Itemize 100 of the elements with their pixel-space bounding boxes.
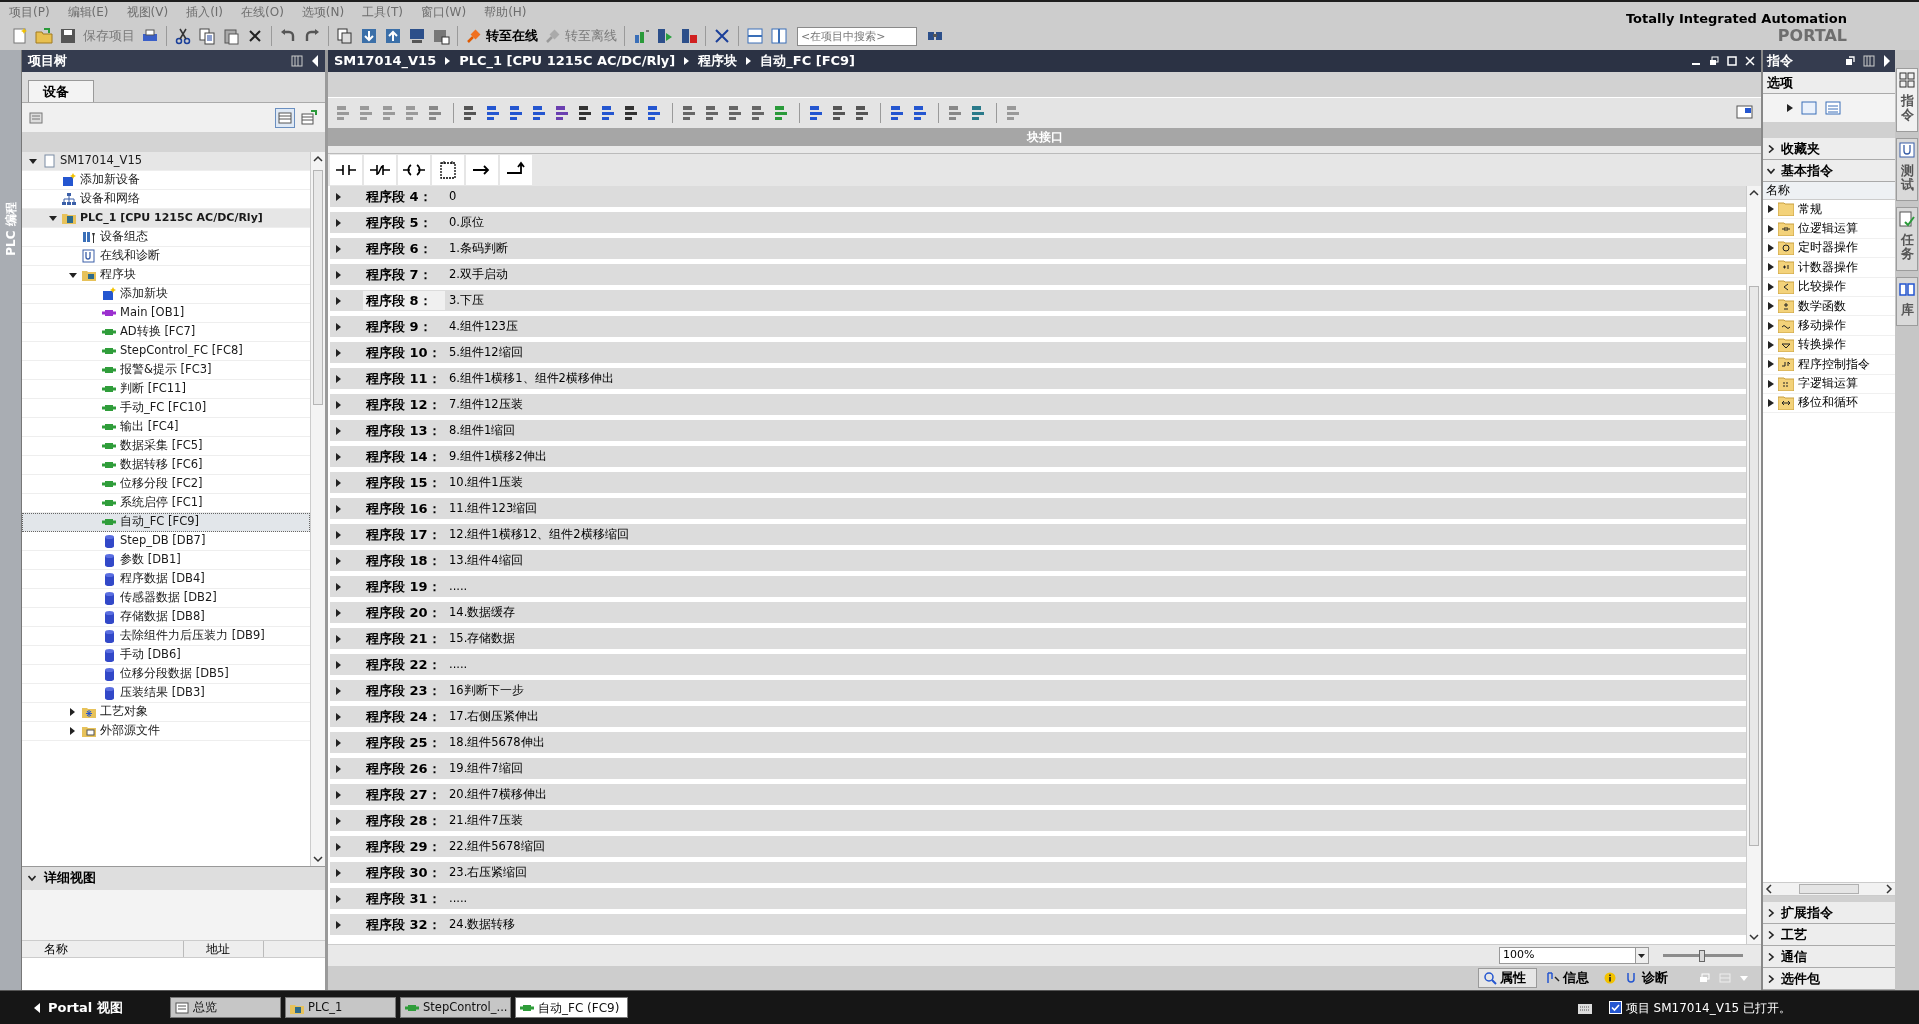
expand-arrow[interactable] — [336, 426, 341, 435]
instruction-folder[interactable]: 计数器操作 — [1763, 258, 1895, 278]
collapse-arrow[interactable] — [49, 215, 57, 221]
expand-chevron-icon[interactable] — [1767, 930, 1775, 939]
tree-item[interactable]: 设备组态 — [22, 228, 310, 247]
scroll-thumb[interactable] — [313, 170, 323, 405]
tree-item[interactable]: 报警&提示 [FC3] — [22, 361, 310, 380]
zoom-dropdown[interactable]: 100% — [1499, 947, 1649, 964]
save-icon[interactable] — [59, 27, 77, 45]
side-tab[interactable]: 库 — [1896, 276, 1918, 327]
network-header[interactable]: 程序段 16： 11.组件123缩回 — [330, 498, 1746, 519]
tree-item[interactable]: 参数 [DB1] — [22, 551, 310, 570]
inspector-tab[interactable]: 信息 — [1541, 968, 1600, 988]
side-tab[interactable]: 任务 — [1896, 207, 1918, 271]
scrollbar[interactable] — [1763, 882, 1895, 896]
start-cpu-icon[interactable] — [656, 27, 674, 45]
network-header[interactable]: 程序段 13： 8.组件1缩回 — [330, 420, 1746, 441]
network-header[interactable]: 程序段 32： 24.数据转移 — [330, 914, 1746, 935]
network-header[interactable]: 程序段 22： ..... — [330, 654, 1746, 675]
instruction-folder[interactable]: 常规 — [1763, 200, 1895, 220]
tree-item[interactable]: 判断 [FC11] — [22, 380, 310, 399]
expand-arrow[interactable] — [336, 634, 341, 643]
network-title[interactable]: 程序段 16： — [363, 498, 445, 519]
collapse-arrow[interactable] — [29, 158, 37, 164]
network-title[interactable]: 程序段 28： — [363, 810, 445, 831]
network-header[interactable]: 程序段 31： ..... — [330, 888, 1746, 909]
collapse-panel-icon[interactable] — [1883, 55, 1891, 67]
panel-layout-icon[interactable] — [291, 55, 303, 67]
instruction-folder[interactable]: 移动操作 — [1763, 316, 1895, 336]
side-tab[interactable]: 指令 — [1896, 68, 1918, 132]
network-header[interactable]: 程序段 19： ..... — [330, 576, 1746, 597]
network-title[interactable]: 程序段 20： — [363, 602, 445, 623]
tree-item[interactable]: 输出 [FC4] — [22, 418, 310, 437]
instruction-folder[interactable]: 位逻辑运算 — [1763, 219, 1895, 239]
table-view-icon[interactable] — [275, 107, 295, 128]
network-title[interactable]: 程序段 6： — [363, 238, 445, 259]
expand-arrow-icon[interactable] — [1768, 360, 1774, 369]
tree-item[interactable]: PLC_1 [CPU 1215C AC/DC/Rly] — [22, 209, 310, 228]
horizontal-split-icon[interactable] — [746, 27, 764, 45]
slider-thumb[interactable] — [1699, 949, 1705, 962]
tree-item[interactable]: 自动_FC [FC9] — [22, 513, 310, 532]
tree-item[interactable]: 外部源文件 — [22, 722, 310, 741]
collapse-chevron-icon[interactable] — [1767, 166, 1775, 175]
expand-arrow[interactable] — [336, 868, 341, 877]
network-title[interactable]: 程序段 8： — [363, 290, 445, 311]
expand-arrow-icon[interactable] — [1768, 205, 1774, 214]
network-title[interactable]: 程序段 11： — [363, 368, 445, 389]
tree-item[interactable]: 手动 [DB6] — [22, 646, 310, 665]
instruction-folder[interactable]: 数学函数 — [1763, 296, 1895, 317]
download-icon[interactable] — [360, 27, 378, 45]
network-header[interactable]: 程序段 26： 19.组件7缩回 — [330, 758, 1746, 779]
network-header[interactable]: 程序段 25： 18.组件5678伸出 — [330, 732, 1746, 753]
network-title[interactable]: 程序段 27： — [363, 784, 445, 805]
cut-icon[interactable] — [174, 27, 192, 45]
copy-icon[interactable] — [198, 27, 216, 45]
inspector-tab[interactable]: 属性 — [1478, 968, 1537, 988]
network-title[interactable]: 程序段 5： — [363, 212, 445, 233]
network-header[interactable]: 程序段 5： 0.原位 — [330, 212, 1746, 233]
scroll-right-icon[interactable] — [1883, 883, 1895, 895]
instruction-folder[interactable]: 定时器操作 — [1763, 238, 1895, 259]
expand-arrow[interactable] — [336, 452, 341, 461]
network-title[interactable]: 程序段 13： — [363, 420, 445, 441]
network-title[interactable]: 程序段 14： — [363, 446, 445, 467]
expand-arrow[interactable] — [336, 816, 341, 825]
network-header[interactable]: 程序段 21： 15.存储数据 — [330, 628, 1746, 649]
expand-chevron-icon[interactable] — [1767, 974, 1775, 983]
search-field[interactable]: <在项目中搜索> — [797, 26, 917, 46]
expand-arrow[interactable] — [336, 478, 341, 487]
network-header[interactable]: 程序段 14： 9.组件1横移2伸出 — [330, 446, 1746, 467]
menu-item[interactable]: 编辑(E) — [58, 2, 118, 22]
expand-arrow-icon[interactable] — [1787, 104, 1793, 112]
network-title[interactable]: 程序段 22： — [363, 654, 445, 675]
expand-arrow-icon[interactable] — [1768, 282, 1774, 291]
expand-arrow[interactable] — [336, 712, 341, 721]
scrollbar[interactable] — [1746, 186, 1761, 944]
expand-arrow[interactable] — [336, 842, 341, 851]
restore-icon[interactable] — [1709, 56, 1719, 66]
scroll-thumb[interactable] — [1799, 884, 1859, 894]
expand-arrow-icon[interactable] — [1768, 243, 1774, 252]
network-title[interactable]: 程序段 17： — [363, 524, 445, 545]
tree-item[interactable]: 传感器数据 [DB2] — [22, 589, 310, 608]
section-header[interactable]: 选件包 — [1763, 968, 1895, 990]
tree-item[interactable]: 在线和诊断 — [22, 247, 310, 266]
section-header[interactable]: 收藏夹 — [1763, 138, 1895, 160]
network-header[interactable]: 程序段 29： 22.组件5678缩回 — [330, 836, 1746, 857]
expand-arrow[interactable] — [70, 708, 75, 716]
network-title[interactable]: 程序段 31： — [363, 888, 445, 909]
expand-arrow[interactable] — [336, 764, 341, 773]
expand-arrow-icon[interactable] — [1768, 263, 1774, 272]
column-header[interactable]: 地址 — [184, 940, 264, 957]
expand-arrow[interactable] — [336, 608, 341, 617]
network-title[interactable]: 程序段 12： — [363, 394, 445, 415]
tree-item[interactable]: 添加新块 — [22, 285, 310, 304]
tree-item[interactable]: SM17014_V15 — [22, 152, 310, 171]
editor-tab[interactable]: 总览 — [170, 997, 281, 1018]
close-icon[interactable] — [1745, 56, 1755, 66]
expand-arrow[interactable] — [336, 686, 341, 695]
expand-arrow[interactable] — [336, 348, 341, 357]
expand-arrow[interactable] — [70, 727, 75, 735]
column-header[interactable]: 名称 — [1763, 182, 1895, 200]
